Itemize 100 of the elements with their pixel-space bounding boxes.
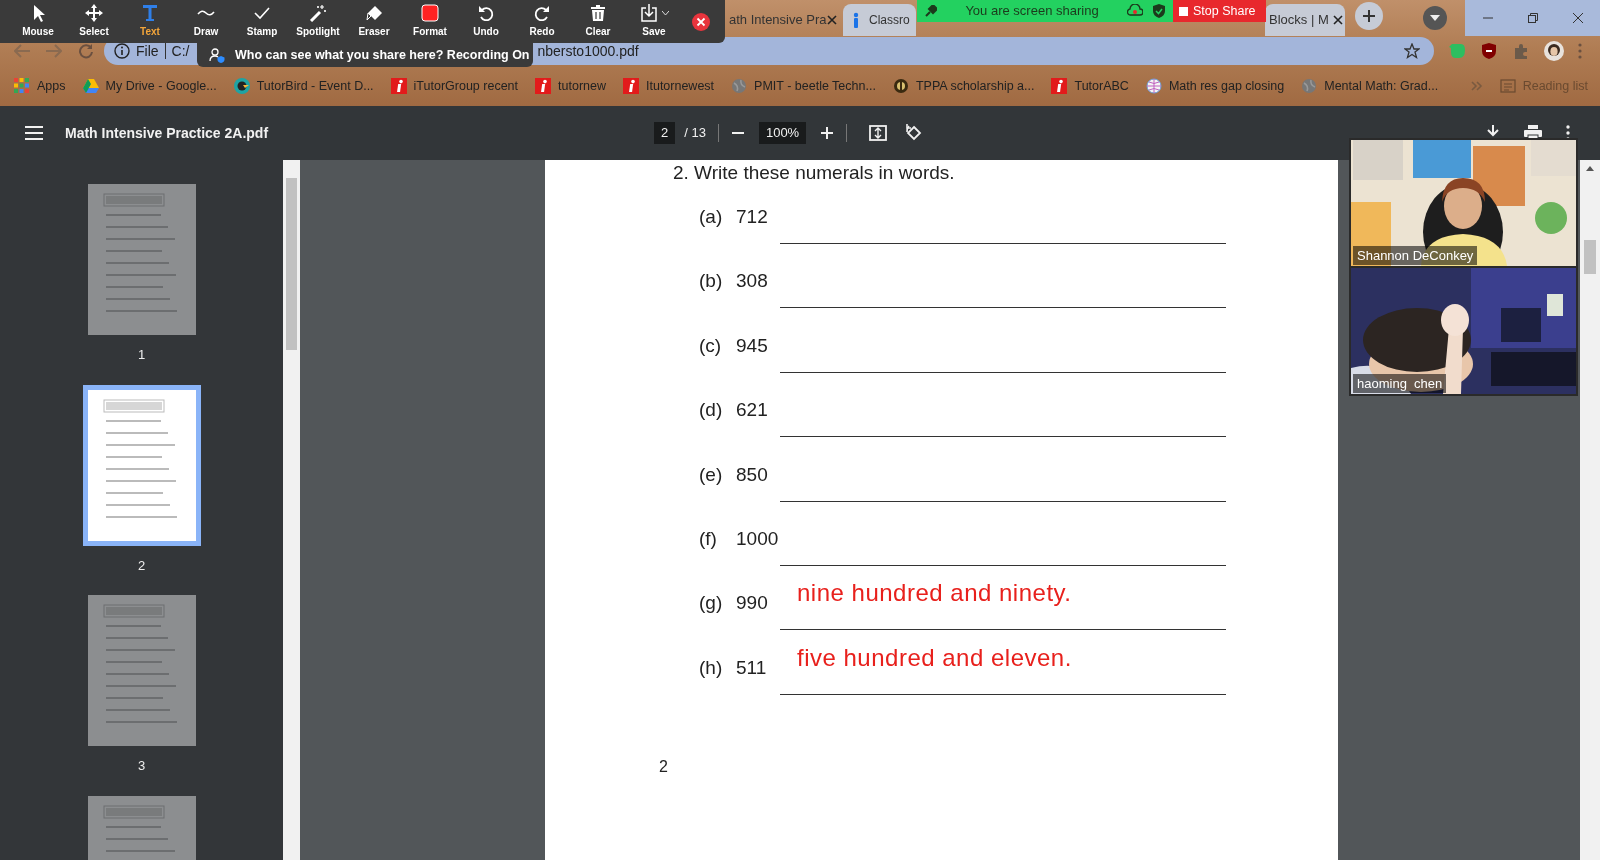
notice-text: Who can see what you share here? Recording On — [235, 46, 530, 64]
toolbar-button[interactable]: Undo — [458, 4, 514, 39]
bookmark-link[interactable]: Itutornewest — [623, 76, 715, 96]
stop-share-button[interactable]: Stop Share — [1173, 0, 1266, 22]
item-label: (b) — [699, 270, 724, 293]
globe-icon — [1301, 78, 1318, 94]
bookmark-link[interactable]: iTutorGroup recent — [390, 76, 519, 96]
fit-page-icon[interactable] — [869, 125, 888, 141]
close-icon[interactable] — [1333, 15, 1343, 25]
zoom-in-icon[interactable] — [820, 126, 835, 140]
shield-icon[interactable] — [1480, 42, 1498, 60]
document-title: Math Intensive Practice 2A.pdf — [65, 123, 269, 143]
i-logo-icon — [1051, 78, 1068, 94]
bookmark-link[interactable]: TutorABC — [1051, 76, 1129, 96]
reload-icon[interactable] — [78, 43, 94, 59]
toolbar-button[interactable]: Draw — [178, 4, 234, 39]
numeral-text: 990 — [736, 592, 769, 615]
page-thumbnail[interactable] — [87, 184, 196, 335]
address-text: nbersto1000.pdf — [537, 41, 639, 61]
zoom-level-field[interactable]: 100% — [758, 122, 807, 144]
crest-icon — [892, 78, 909, 94]
numeral-text: 945 — [736, 334, 769, 357]
address-text: C:/ — [171, 41, 190, 61]
restore-icon — [1527, 13, 1538, 23]
close-icon[interactable] — [692, 12, 710, 31]
scrollbar-thumb[interactable] — [1584, 240, 1596, 274]
text-tool-icon — [141, 4, 159, 22]
bookmark-link[interactable]: Mental Math: Grad... — [1301, 76, 1439, 96]
numeral-text: 308 — [736, 270, 769, 293]
close-icon — [1572, 13, 1583, 23]
toolbar-button[interactable]: Save — [626, 4, 682, 39]
tab-title: Classro — [869, 12, 910, 29]
menu-icon[interactable] — [25, 126, 43, 140]
shield-check-icon[interactable] — [1153, 4, 1165, 18]
answer-text: nine hundred and ninety. — [797, 579, 1072, 608]
info-icon — [114, 43, 130, 59]
scrollbar-thumb[interactable] — [286, 178, 297, 350]
browser-tab[interactable]: Blocks | M — [1265, 4, 1345, 36]
toolbar-button[interactable]: Text — [122, 4, 178, 39]
cloud-record-icon[interactable] — [1127, 4, 1143, 16]
bookmark-star-icon[interactable] — [1404, 43, 1420, 59]
move-arrows-icon — [85, 4, 103, 22]
bookmark-link[interactable]: PMIT - beetle Techn... — [731, 76, 876, 96]
eraser-icon — [365, 4, 383, 22]
question-text: 2. Write these numerals in words. — [673, 162, 956, 184]
item-label: (c) — [699, 334, 723, 357]
bookmark-link[interactable]: Apps — [14, 76, 66, 96]
browser-tab[interactable]: ath Intensive Pra — [725, 4, 843, 36]
scroll-up-icon[interactable] — [1586, 166, 1594, 171]
toolbar-button[interactable]: Eraser — [346, 4, 402, 39]
more-icon[interactable] — [1566, 125, 1570, 141]
toolbar-button[interactable]: Select — [66, 4, 122, 39]
avatar-icon[interactable] — [1544, 41, 1564, 61]
toolbar-button[interactable]: Stamp — [234, 4, 290, 39]
browser-tab[interactable]: Classro — [843, 4, 916, 36]
page-label: 3 — [137, 757, 146, 775]
caret-down-icon — [1430, 15, 1440, 21]
bookmark-link[interactable]: My Drive - Google... — [82, 76, 217, 96]
stop-icon — [1179, 6, 1188, 16]
page-thumbnail[interactable] — [87, 595, 196, 746]
toolbar-button[interactable]: Clear — [570, 4, 626, 39]
list-icon — [1499, 78, 1516, 94]
toolbar-button[interactable]: Format — [402, 4, 458, 39]
apps-grid-icon — [14, 78, 30, 94]
scrollbar[interactable] — [283, 160, 300, 860]
numeral-text: 621 — [736, 399, 769, 422]
bookmark-link[interactable]: tutornew — [535, 76, 606, 96]
numeral-text: 511 — [736, 656, 768, 679]
item-label: (h) — [699, 656, 724, 679]
sharing-text: You are screen sharing — [965, 2, 1099, 21]
new-tab-button[interactable] — [1355, 2, 1383, 30]
item-label: (f) — [699, 527, 718, 550]
address-scheme: File — [136, 41, 159, 61]
undo-icon — [477, 4, 495, 22]
toolbar-button[interactable]: Spotlight — [290, 4, 346, 39]
bookmark-link[interactable]: Math res gap closing — [1145, 76, 1285, 96]
participant-name: haoming chen — [1353, 373, 1447, 393]
page-thumbnail[interactable] — [82, 384, 201, 546]
download-tray-icon — [639, 4, 658, 22]
answer-text: five hundred and eleven. — [797, 643, 1072, 672]
answer-line[interactable]: nine hundred and ninety. — [780, 579, 1226, 631]
i-logo-icon — [535, 78, 552, 94]
tab-search-button[interactable] — [1423, 6, 1447, 30]
bookmark-link[interactable]: TutorBird - Event D... — [233, 76, 374, 96]
numeral-text: 850 — [736, 463, 769, 486]
trash-icon — [589, 4, 607, 22]
person-shield-icon — [209, 47, 225, 63]
close-icon[interactable] — [826, 15, 837, 25]
page-label: 1 — [137, 346, 146, 364]
tab-title: Blocks | M — [1269, 11, 1329, 30]
pin-icon[interactable] — [925, 5, 937, 17]
bookmark-link[interactable]: TPPA scholarship a... — [892, 76, 1035, 96]
page-number-field[interactable]: 2 — [654, 122, 676, 144]
toolbar-button[interactable]: Redo — [514, 4, 570, 39]
numeral-text: 1000 — [736, 527, 780, 550]
answer-line[interactable]: five hundred and eleven. — [780, 643, 1226, 695]
plus-icon — [1363, 10, 1375, 22]
toolbar-button[interactable]: Mouse — [10, 4, 66, 39]
scrollbar[interactable] — [1580, 160, 1600, 860]
participant-name: Shannon DeConkey — [1353, 245, 1478, 265]
